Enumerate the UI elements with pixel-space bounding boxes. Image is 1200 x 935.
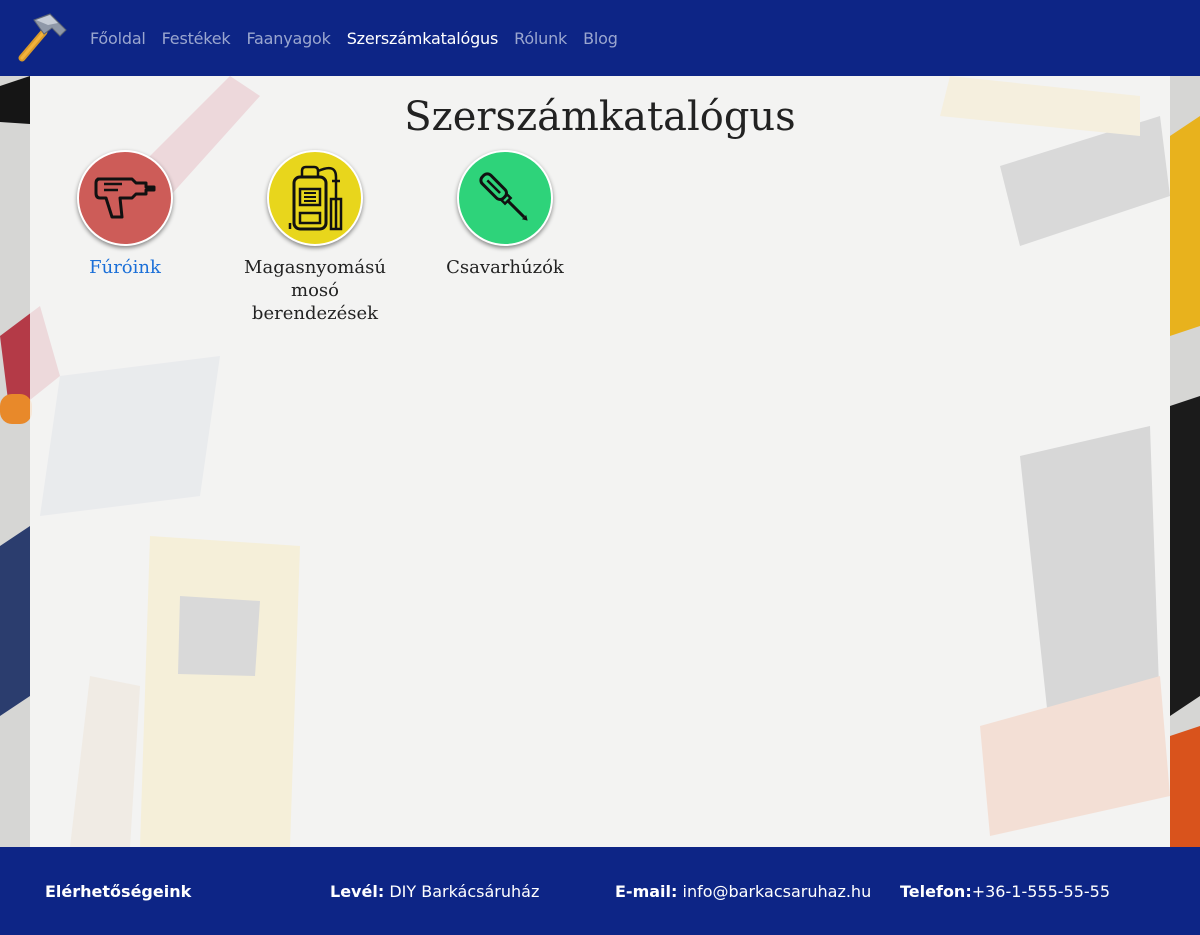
nav-link-paints[interactable]: Festékek — [162, 29, 231, 48]
page-title: Szerszámkatalógus — [404, 94, 796, 140]
category-label[interactable]: Fúróink — [40, 256, 210, 279]
footer: Elérhetőségeink Levél: DIY Barkácsáruház… — [0, 847, 1200, 935]
nav-link-blog[interactable]: Blog — [583, 29, 618, 48]
main-nav: Főoldal Festékek Faanyagok Szerszámkatal… — [90, 0, 634, 76]
footer-mail-label: Levél: — [330, 881, 385, 901]
footer-phone-value[interactable]: +36-1-555-55-55 — [972, 882, 1110, 901]
footer-heading-text: Elérhetőségeink — [45, 881, 192, 901]
content-panel: Szerszámkatalógus Fúróink Magasnyomású m… — [30, 76, 1170, 847]
footer-phone-label: Telefon: — [900, 881, 972, 901]
category-label[interactable]: Csavarhúzók — [420, 256, 590, 279]
screwdriver-icon[interactable] — [457, 150, 553, 246]
nav-link-home[interactable]: Főoldal — [90, 29, 146, 48]
footer-phone: Telefon: +36-1-555-55-55 — [900, 847, 1110, 935]
category-pressure-washers[interactable]: Magasnyomású mosó berendezések — [230, 150, 400, 325]
category-label[interactable]: Magasnyomású mosó berendezések — [230, 256, 400, 325]
nav-link-about[interactable]: Rólunk — [514, 29, 567, 48]
footer-mail-value: DIY Barkácsáruház — [389, 881, 540, 901]
footer-email-label: E-mail: — [615, 881, 678, 901]
top-navbar: Főoldal Festékek Faanyagok Szerszámkatal… — [0, 0, 1200, 76]
footer-mail: Levél: DIY Barkácsáruház — [330, 847, 539, 935]
drill-icon[interactable] — [77, 150, 173, 246]
category-screwdrivers[interactable]: Csavarhúzók — [420, 150, 590, 279]
nav-link-wood[interactable]: Faanyagok — [247, 29, 331, 48]
footer-heading: Elérhetőségeink — [45, 847, 191, 935]
category-drills[interactable]: Fúróink — [40, 150, 210, 279]
hammer-icon[interactable] — [14, 12, 68, 64]
pressure-washer-icon[interactable] — [267, 150, 363, 246]
nav-link-tool-catalog[interactable]: Szerszámkatalógus — [347, 29, 499, 48]
footer-email-value[interactable]: info@barkacsaruhaz.hu — [683, 882, 872, 901]
footer-email: E-mail: info@barkacsaruhaz.hu — [615, 847, 871, 935]
